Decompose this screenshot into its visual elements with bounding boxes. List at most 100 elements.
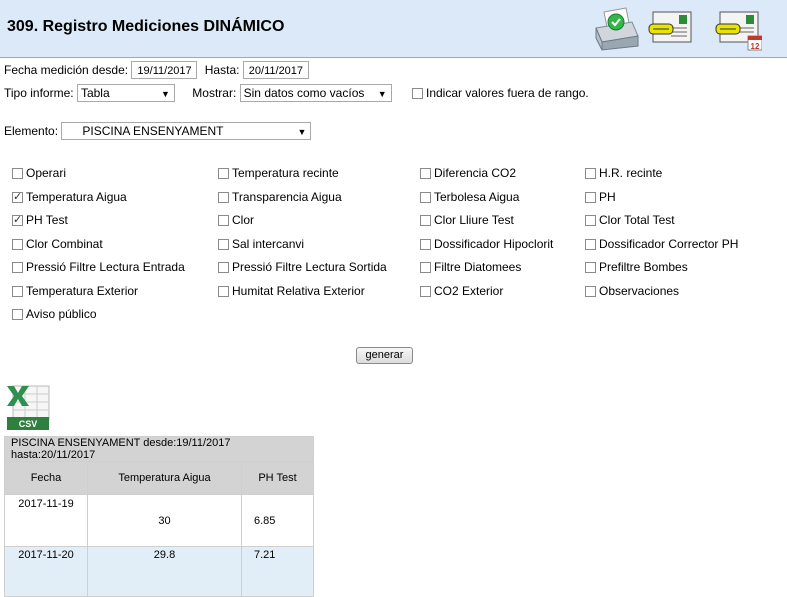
checkbox[interactable] <box>218 215 229 227</box>
field-checkbox-item[interactable]: Diferencia CO2 <box>420 166 516 180</box>
printer-icon[interactable] <box>592 6 640 52</box>
checkbox[interactable] <box>585 262 596 274</box>
checkbox[interactable] <box>420 238 431 250</box>
checkbox-label: Sal intercanvi <box>232 236 305 251</box>
checkbox[interactable] <box>420 285 431 297</box>
range-checkbox[interactable] <box>411 87 423 99</box>
field-checkbox-item[interactable]: Dossificador Hipoclorit <box>420 237 553 251</box>
column-header-fecha: Fecha <box>4 461 88 495</box>
field-checkbox-item[interactable]: Transparencia Aigua <box>218 190 342 204</box>
field-checkbox-item[interactable]: Temperatura Exterior <box>12 284 138 298</box>
checkbox[interactable] <box>12 262 23 274</box>
checkbox[interactable] <box>218 238 229 250</box>
mostrar-label: Mostrar: <box>192 86 237 100</box>
checkbox-label: Transparencia Aigua <box>232 189 342 204</box>
calendar-badge: 12 <box>751 42 760 51</box>
elemento-select[interactable]: PISCINA ENSENYAMENT ▼ <box>61 122 312 140</box>
checkbox-label: Clor Total Test <box>599 213 675 227</box>
field-checkbox-item[interactable]: Pressió Filtre Lectura Sortida <box>218 260 387 274</box>
csv-label: CSV <box>19 419 38 429</box>
checkbox[interactable] <box>585 191 596 203</box>
checkbox[interactable] <box>420 262 431 274</box>
checkbox-label: Pressió Filtre Lectura Sortida <box>232 260 387 274</box>
field-checkbox-item[interactable]: Prefiltre Bombes <box>585 260 688 274</box>
checkbox[interactable] <box>420 215 431 227</box>
checkbox[interactable] <box>585 238 596 250</box>
checkbox[interactable] <box>585 285 596 297</box>
checkbox[interactable] <box>585 168 596 180</box>
report-options-row: Tipo informe: Tabla ▼ Mostrar: Sin datos … <box>4 84 589 102</box>
field-checkbox-item[interactable]: Dossificador Corrector PH <box>585 237 738 251</box>
checkbox[interactable] <box>12 213 23 227</box>
field-checkbox-item[interactable]: Clor Total Test <box>585 213 675 227</box>
field-checkbox-item[interactable]: Terbolesa Aigua <box>420 190 519 204</box>
chevron-down-icon: ▼ <box>161 89 170 99</box>
checkbox-label: Filtre Diatomees <box>434 260 522 274</box>
checkbox-label: Aviso público <box>26 307 97 321</box>
generate-button[interactable]: generar <box>356 347 413 364</box>
checkbox-label: Clor Lliure Test <box>434 213 514 227</box>
fecha-label: Fecha medición desde: <box>4 63 129 77</box>
elemento-value: PISCINA ENSENYAMENT <box>82 124 224 138</box>
field-checkbox-item[interactable]: CO2 Exterior <box>420 284 503 298</box>
elemento-label: Elemento: <box>4 124 59 138</box>
email-card-icon[interactable] <box>647 6 695 52</box>
field-checkbox-item[interactable]: Temperatura Aigua <box>12 190 127 204</box>
checkbox[interactable] <box>218 168 229 180</box>
field-checkbox-item[interactable]: Observaciones <box>585 284 679 298</box>
field-checkbox-item[interactable]: Temperatura recinte <box>218 166 339 180</box>
field-checkbox-item[interactable]: Clor <box>218 213 254 227</box>
checkbox-label: Temperatura recinte <box>232 166 339 180</box>
checkbox-label: Operari <box>26 166 67 180</box>
table-cell: 2017-11-19 <box>4 494 88 547</box>
checkbox[interactable] <box>12 168 23 180</box>
checkbox-label: CO2 Exterior <box>434 283 504 298</box>
checkbox[interactable] <box>218 262 229 274</box>
table-cell: 2017-11-20 <box>4 546 88 597</box>
chevron-down-icon: ▼ <box>297 127 307 137</box>
field-checkbox-item[interactable]: Clor Lliure Test <box>420 213 514 227</box>
table-caption: PISCINA ENSENYAMENT desde:19/11/2017 has… <box>4 436 314 462</box>
field-checkbox-item[interactable]: H.R. recinte <box>585 166 662 180</box>
checkbox[interactable] <box>12 238 23 250</box>
checkbox-label: Pressió Filtre Lectura Entrada <box>26 260 185 274</box>
checkbox-label: Observaciones <box>599 283 680 298</box>
tipo-label: Tipo informe: <box>4 86 74 100</box>
field-checkbox-item[interactable]: Humitat Relativa Exterior <box>218 284 365 298</box>
checkbox[interactable] <box>585 215 596 227</box>
date-from-input[interactable]: 19/11/2017 <box>131 61 198 79</box>
table-cell: 7.21 <box>241 546 314 597</box>
field-checkbox-item[interactable]: PH Test <box>12 213 68 227</box>
field-checkbox-item[interactable]: Clor Combinat <box>12 237 103 251</box>
checkbox-label: Clor <box>232 213 255 227</box>
field-checkbox-item[interactable]: Aviso público <box>12 307 97 321</box>
field-checkbox-item[interactable]: PH <box>585 190 616 204</box>
page-title: 309. Registro Mediciones DINÁMICO <box>7 18 285 35</box>
element-row: Elemento: PISCINA ENSENYAMENT ▼ <box>4 122 312 140</box>
checkbox-label: PH <box>599 189 616 204</box>
field-checkbox-item[interactable]: Sal intercanvi <box>218 237 304 251</box>
checkbox-label: Temperatura Aigua <box>26 189 127 204</box>
checkbox[interactable] <box>12 285 23 297</box>
field-checkbox-item[interactable]: Pressió Filtre Lectura Entrada <box>12 260 185 274</box>
checkbox-label: Temperatura Exterior <box>26 283 139 298</box>
mostrar-select[interactable]: Sin datos como vacíos ▼ <box>239 84 392 102</box>
checkbox-label: H.R. recinte <box>599 166 663 180</box>
table-cell: 29.8 <box>87 546 242 597</box>
column-header-temperatura: Temperatura Aigua <box>87 461 242 495</box>
checkbox[interactable] <box>420 191 431 203</box>
field-checkbox-item[interactable]: Filtre Diatomees <box>420 260 521 274</box>
checkbox[interactable] <box>218 285 229 297</box>
checkbox[interactable] <box>12 309 23 321</box>
field-checkbox-item[interactable]: Operari <box>12 166 66 180</box>
csv-export-icon[interactable]: CSV <box>5 384 52 431</box>
checkbox-label: Humitat Relativa Exterior <box>232 283 365 298</box>
email-calendar-icon[interactable]: 12 <box>714 6 762 52</box>
tipo-select[interactable]: Tabla ▼ <box>76 84 175 102</box>
date-to-input[interactable]: 20/11/2017 <box>242 61 309 79</box>
checkbox[interactable] <box>218 191 229 203</box>
checkbox[interactable] <box>420 168 431 180</box>
checkbox-label: Prefiltre Bombes <box>599 260 688 274</box>
checkbox[interactable] <box>12 190 23 203</box>
chevron-down-icon: ▼ <box>377 89 387 99</box>
